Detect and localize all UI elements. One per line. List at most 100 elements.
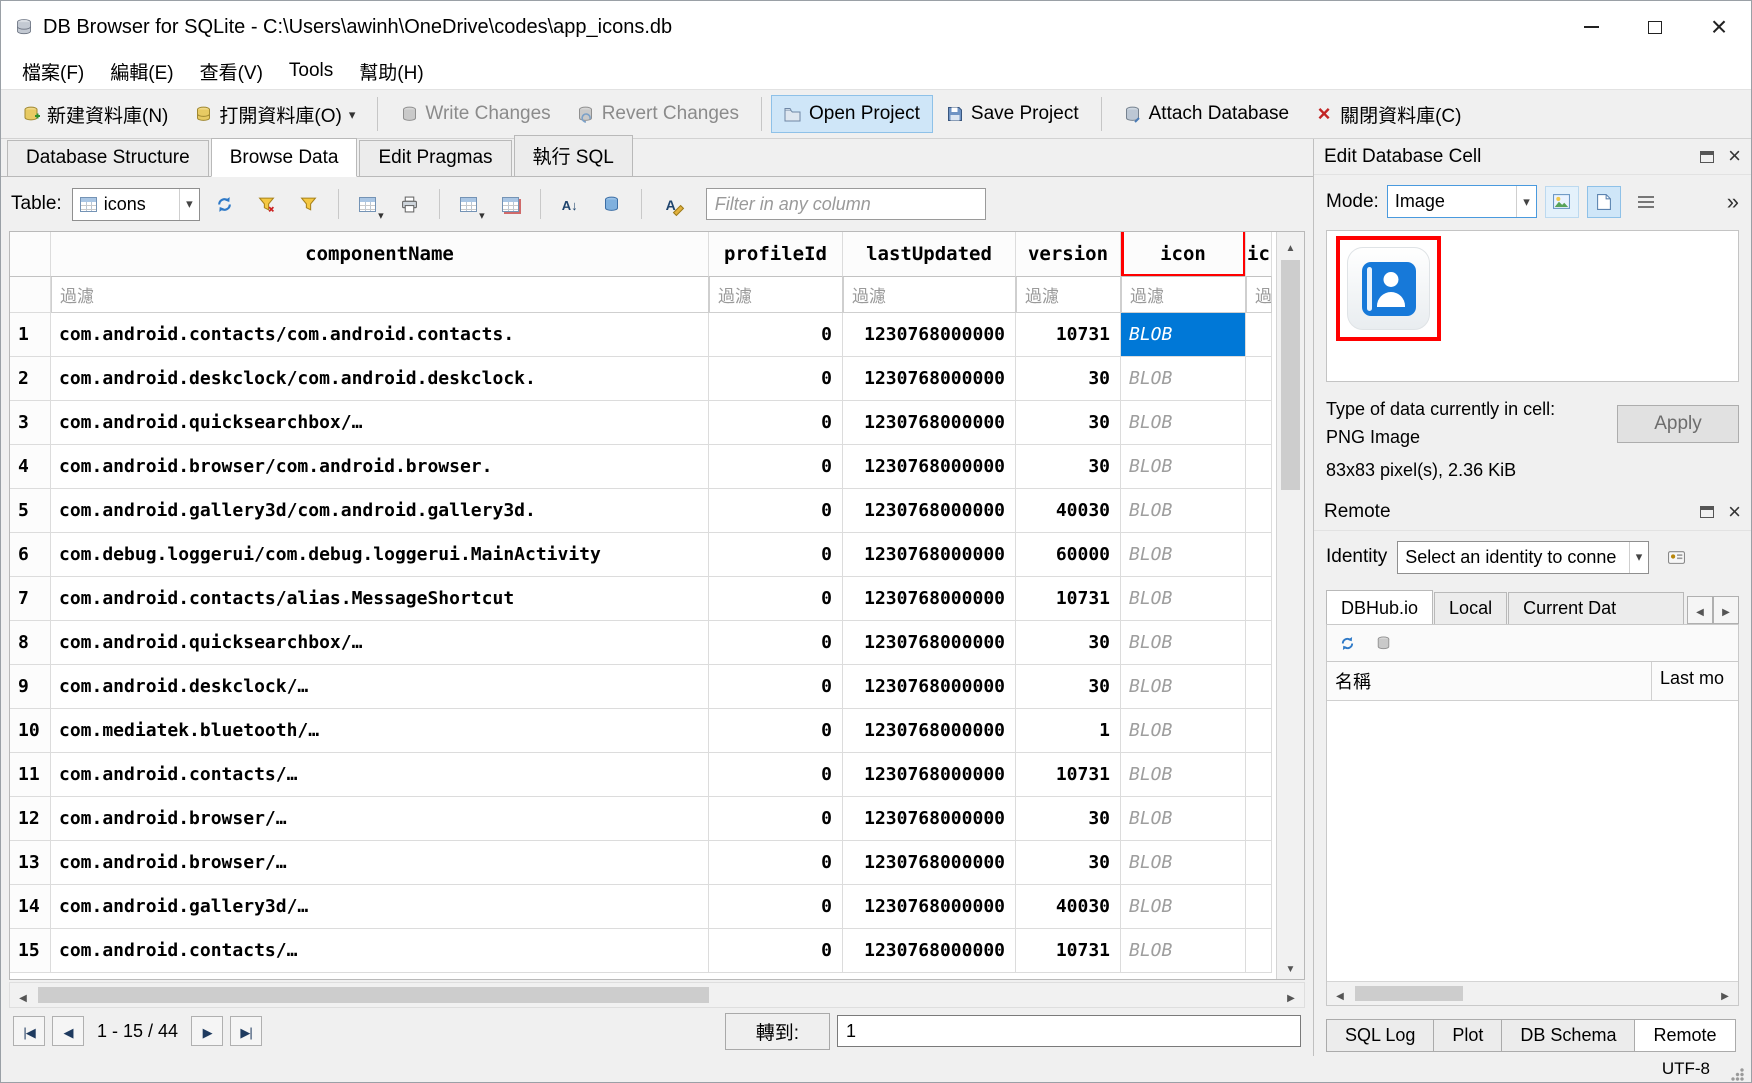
attach-database-button[interactable]: Attach Database <box>1111 95 1302 133</box>
corner-header[interactable] <box>10 232 51 277</box>
cell-icon[interactable]: BLOB <box>1121 445 1246 489</box>
cell-icon[interactable]: BLOB <box>1121 577 1246 621</box>
cell-extra[interactable] <box>1246 841 1272 885</box>
cell-componentName[interactable]: com.android.gallery3d/… <box>51 885 709 929</box>
cell-componentName[interactable]: com.android.deskclock/com.android.deskcl… <box>51 357 709 401</box>
goto-input[interactable] <box>837 1015 1301 1047</box>
cell-componentName[interactable]: com.android.browser/com.android.browser. <box>51 445 709 489</box>
menu-file[interactable]: 檔案(F) <box>9 54 97 89</box>
cell-lastUpdated[interactable]: 1230768000000 <box>843 841 1016 885</box>
cell-version[interactable]: 30 <box>1016 665 1121 709</box>
remote-clone-button[interactable] <box>1369 631 1397 657</box>
cell-lastUpdated[interactable]: 1230768000000 <box>843 665 1016 709</box>
insert-record-dropdown-arrow[interactable] <box>378 209 384 222</box>
scroll-left-button[interactable] <box>10 983 36 1007</box>
last-page-button[interactable] <box>230 1016 262 1046</box>
cell-icon[interactable]: BLOB <box>1121 665 1246 709</box>
cell-icon[interactable]: BLOB <box>1121 357 1246 401</box>
tab-db-schema[interactable]: DB Schema <box>1501 1019 1635 1052</box>
cell-lastUpdated[interactable]: 1230768000000 <box>843 621 1016 665</box>
remote-scroll-thumb[interactable] <box>1355 986 1463 1001</box>
tab-database-structure[interactable]: Database Structure <box>7 140 209 176</box>
cell-lastUpdated[interactable]: 1230768000000 <box>843 445 1016 489</box>
cell-lastUpdated[interactable]: 1230768000000 <box>843 313 1016 357</box>
cell-componentName[interactable]: com.android.contacts/com.android.contact… <box>51 313 709 357</box>
cell-profileId[interactable]: 0 <box>709 841 843 885</box>
cell-profileId[interactable]: 0 <box>709 313 843 357</box>
float-panel-icon[interactable] <box>1700 506 1714 518</box>
cell-profileId[interactable]: 0 <box>709 665 843 709</box>
cell-version[interactable]: 40030 <box>1016 885 1121 929</box>
row-number[interactable]: 3 <box>10 401 51 445</box>
filter-version[interactable]: 過濾 <box>1016 277 1121 313</box>
cell-version[interactable]: 30 <box>1016 357 1121 401</box>
cell-version[interactable]: 30 <box>1016 401 1121 445</box>
cell-icon[interactable]: BLOB <box>1121 533 1246 577</box>
cell-profileId[interactable]: 0 <box>709 709 843 753</box>
close-button[interactable] <box>1687 1 1751 53</box>
cell-version[interactable]: 30 <box>1016 841 1121 885</box>
cell-extra[interactable] <box>1246 797 1272 841</box>
table-select[interactable]: icons <box>72 188 200 221</box>
refresh-button[interactable] <box>208 187 242 221</box>
cell-lastUpdated[interactable]: 1230768000000 <box>843 489 1016 533</box>
horizontal-scrollbar[interactable] <box>9 982 1305 1008</box>
resize-grip[interactable] <box>1730 1067 1745 1082</box>
cell-lastUpdated[interactable]: 1230768000000 <box>843 797 1016 841</box>
write-changes-button[interactable]: Write Changes <box>387 95 563 133</box>
cell-componentName[interactable]: com.android.contacts/… <box>51 929 709 973</box>
cell-lastUpdated[interactable]: 1230768000000 <box>843 929 1016 973</box>
menu-tools[interactable]: Tools <box>276 56 346 86</box>
cell-extra[interactable] <box>1246 885 1272 929</box>
cell-icon[interactable]: BLOB <box>1121 797 1246 841</box>
cell-componentName[interactable]: com.android.browser/… <box>51 797 709 841</box>
image-view-button[interactable] <box>1587 186 1621 218</box>
open-database-button[interactable]: 打開資料庫(O) <box>181 93 368 136</box>
scroll-left-button[interactable] <box>1327 982 1353 1005</box>
cell-componentName[interactable]: com.android.deskclock/… <box>51 665 709 709</box>
encoding-button[interactable] <box>595 187 629 221</box>
vertical-scrollbar[interactable] <box>1276 232 1304 979</box>
row-number[interactable]: 15 <box>10 929 51 973</box>
cell-profileId[interactable]: 0 <box>709 753 843 797</box>
filter-componentName[interactable]: 過濾 <box>51 277 709 313</box>
filter-options-button[interactable] <box>292 187 326 221</box>
cell-profileId[interactable]: 0 <box>709 885 843 929</box>
word-wrap-button[interactable] <box>1629 186 1663 218</box>
cell-componentName[interactable]: com.android.browser/… <box>51 841 709 885</box>
row-number[interactable]: 13 <box>10 841 51 885</box>
cell-version[interactable]: 1 <box>1016 709 1121 753</box>
filter-extra[interactable]: 過濾 <box>1246 277 1272 313</box>
goto-button[interactable]: 轉到: <box>725 1013 830 1050</box>
cell-extra[interactable] <box>1246 401 1272 445</box>
tab-current-database[interactable]: Current Dat <box>1508 592 1684 624</box>
cell-lastUpdated[interactable]: 1230768000000 <box>843 577 1016 621</box>
row-number[interactable]: 6 <box>10 533 51 577</box>
cell-icon[interactable]: BLOB <box>1121 841 1246 885</box>
cell-extra[interactable] <box>1246 445 1272 489</box>
cell-lastUpdated[interactable]: 1230768000000 <box>843 533 1016 577</box>
close-panel-icon[interactable] <box>1728 501 1741 524</box>
export-records-dropdown-arrow[interactable] <box>479 209 485 222</box>
cell-version[interactable]: 30 <box>1016 445 1121 489</box>
row-number[interactable]: 5 <box>10 489 51 533</box>
insert-record-button[interactable] <box>351 187 385 221</box>
cell-componentName[interactable]: com.android.quicksearchbox/… <box>51 621 709 665</box>
tab-dbhub[interactable]: DBHub.io <box>1326 590 1433 624</box>
col-version[interactable]: version <box>1016 232 1121 277</box>
cell-lastUpdated[interactable]: 1230768000000 <box>843 709 1016 753</box>
scroll-up-button[interactable] <box>1277 232 1304 258</box>
first-page-button[interactable] <box>13 1016 45 1046</box>
menu-edit[interactable]: 編輯(E) <box>97 54 186 89</box>
cell-version[interactable]: 10731 <box>1016 577 1121 621</box>
filter-profileId[interactable]: 過濾 <box>709 277 843 313</box>
row-number[interactable]: 11 <box>10 753 51 797</box>
cell-icon[interactable]: BLOB <box>1121 621 1246 665</box>
remote-scroll-track[interactable] <box>1353 982 1712 1005</box>
cell-extra[interactable] <box>1246 313 1272 357</box>
cell-profileId[interactable]: 0 <box>709 577 843 621</box>
row-number[interactable]: 12 <box>10 797 51 841</box>
delete-record-button[interactable] <box>494 187 528 221</box>
cell-profileId[interactable]: 0 <box>709 797 843 841</box>
cell-version[interactable]: 30 <box>1016 797 1121 841</box>
